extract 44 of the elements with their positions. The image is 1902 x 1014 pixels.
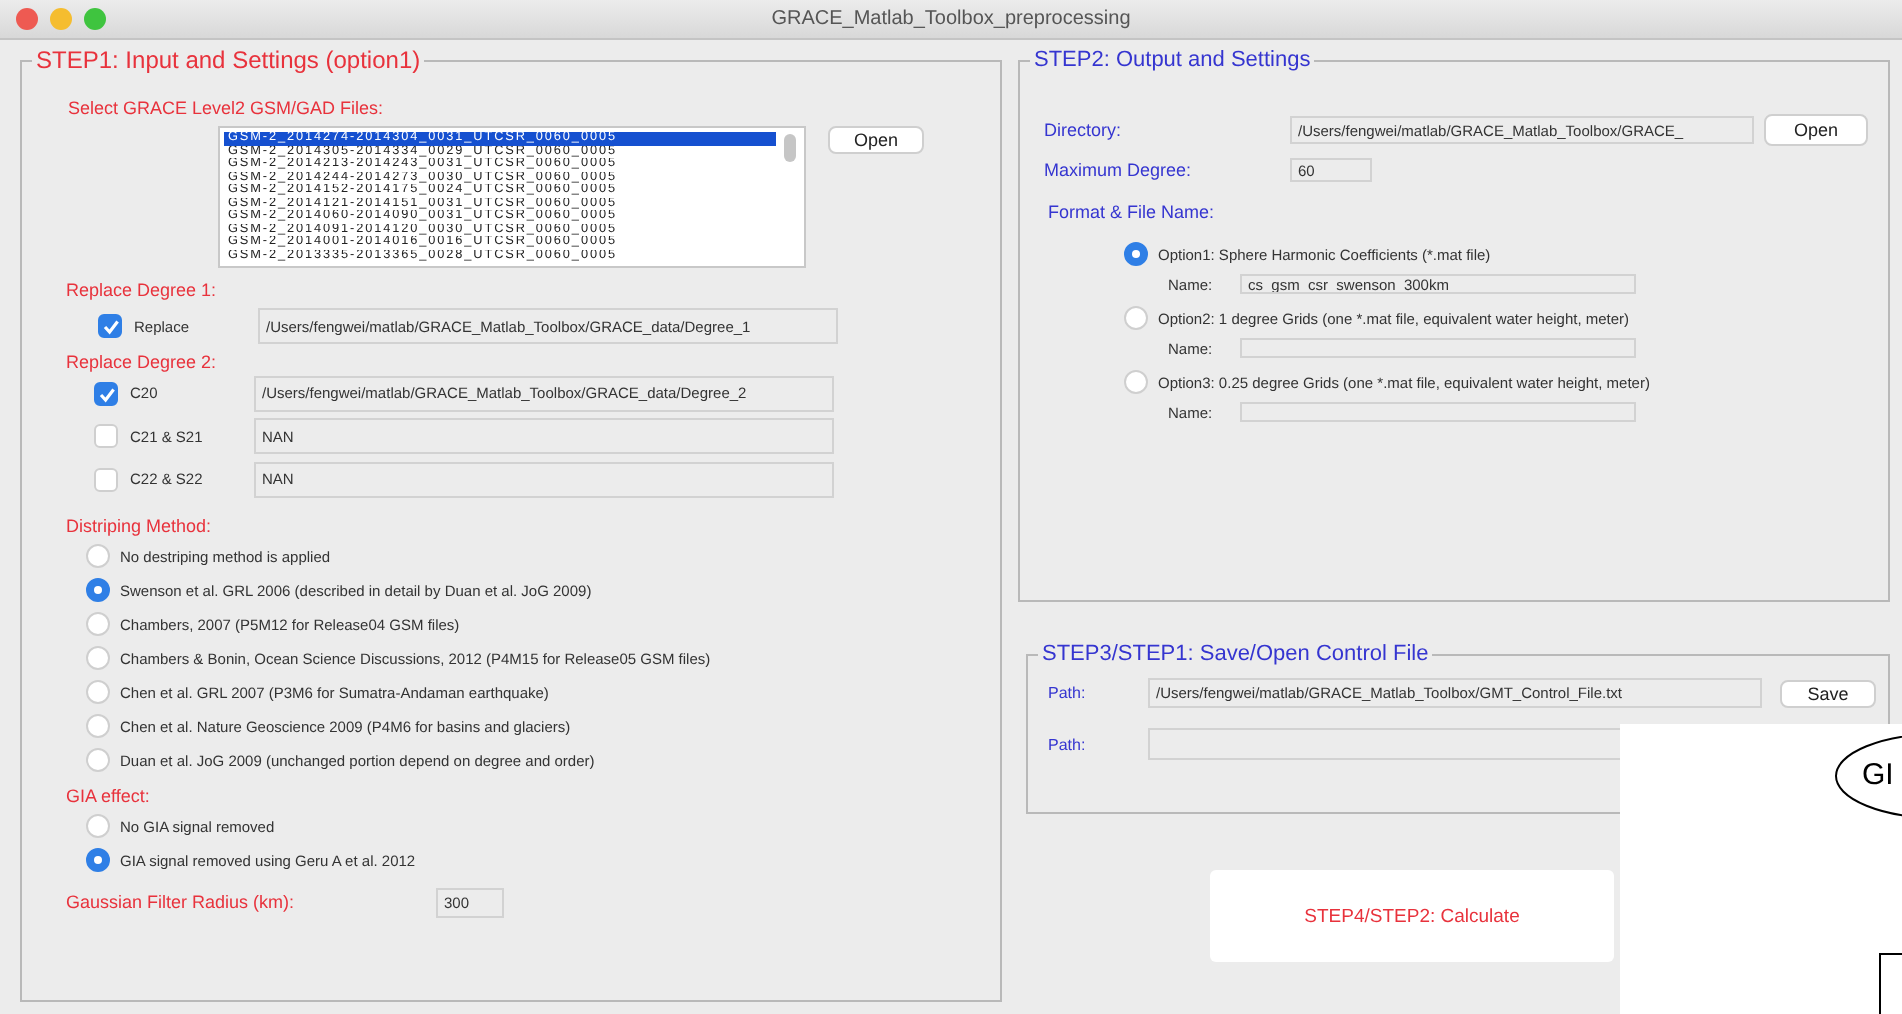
section-label: Replace Degree 1: — [66, 280, 219, 300]
name-field[interactable] — [1240, 338, 1636, 358]
radio-button[interactable] — [1124, 242, 1148, 266]
gaussian-radius-label: Gaussian Filter Radius (km): — [66, 892, 297, 912]
save-button[interactable]: Save — [1780, 679, 1876, 707]
radio-button[interactable] — [86, 646, 110, 670]
section-label: GIA effect: — [66, 785, 152, 805]
checkbox[interactable] — [94, 424, 118, 449]
panel-title: STEP1: Input and Settings (option1) — [36, 46, 421, 74]
shape-label: GI — [1862, 758, 1894, 792]
file-list[interactable] — [218, 126, 806, 268]
panel-title: STEP3/STEP1: Save/Open Control File — [1042, 642, 1429, 666]
name-field[interactable] — [1240, 402, 1636, 422]
field-label: Directory: — [1044, 120, 1124, 140]
section-label: Select GRACE Level2 GSM/GAD Files: — [68, 98, 386, 118]
window-title: GRACE_Matlab_Toolbox_preprocessing — [771, 8, 1131, 30]
field-label: Format & File Name: — [1048, 202, 1217, 222]
radio-button[interactable] — [86, 848, 110, 872]
checkbox[interactable] — [98, 314, 122, 338]
path-label: Path: — [1048, 735, 1088, 753]
minimize-button[interactable] — [50, 8, 72, 30]
checkbox[interactable] — [94, 467, 118, 492]
open-button[interactable]: Open — [828, 126, 924, 154]
radio-button[interactable] — [86, 748, 110, 772]
radio-button[interactable] — [86, 714, 110, 738]
zoom-button[interactable] — [84, 8, 106, 30]
radio-button[interactable] — [86, 612, 110, 636]
calculate-button[interactable]: STEP4/STEP2: Calculate — [1210, 870, 1614, 962]
path-field[interactable] — [1148, 728, 1620, 760]
radio-button[interactable] — [86, 578, 110, 602]
path-label: Path: — [1048, 684, 1088, 702]
panel-title: STEP2: Output and Settings — [1034, 48, 1311, 72]
checkbox[interactable] — [94, 381, 118, 406]
scrollbar-thumb[interactable] — [784, 134, 796, 162]
close-button[interactable] — [16, 8, 38, 30]
open-button[interactable]: Open — [1764, 114, 1868, 146]
radio-button[interactable] — [86, 544, 110, 568]
field-label: Maximum Degree: — [1044, 160, 1194, 180]
radio-button[interactable] — [1124, 370, 1148, 394]
radio-button[interactable] — [86, 814, 110, 838]
section-label: Distriping Method: — [66, 515, 214, 535]
radio-button[interactable] — [1124, 306, 1148, 330]
section-label: Replace Degree 2: — [66, 352, 219, 372]
radio-button[interactable] — [86, 680, 110, 704]
